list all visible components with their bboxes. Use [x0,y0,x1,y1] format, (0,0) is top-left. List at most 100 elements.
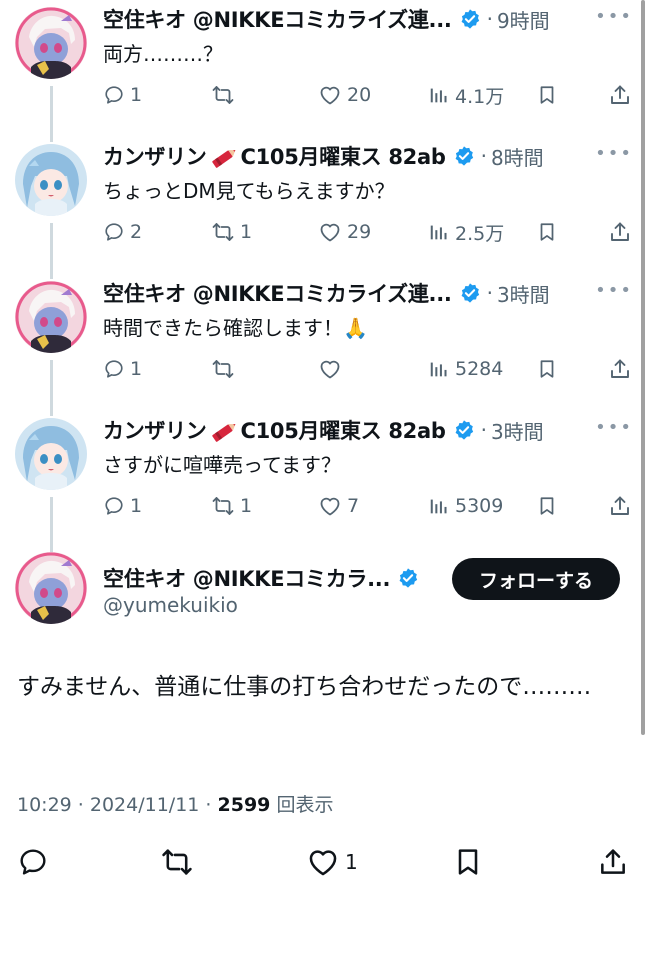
share-button[interactable] [608,216,632,248]
main-tweet-header: 空住キオ @NIKKEコミカラ... フォローする @yumekuikio [0,545,649,655]
tweet-meta: 10:29 · 2024/11/11 · 2599 回表示 [17,790,333,817]
share-icon [608,220,632,244]
reply-count: 1 [130,495,143,517]
like-icon [318,357,342,381]
like-button[interactable]: 29 [318,216,371,248]
author-name[interactable]: 空住キオ @NIKKEコミカライズ連... [103,278,452,308]
like-count: 29 [347,221,372,243]
reply-button[interactable]: 2 [103,216,142,248]
bookmark-button[interactable] [536,490,558,522]
views-icon [428,495,450,517]
retweet-count: 1 [240,221,253,243]
retweet-button[interactable]: 1 [211,216,252,248]
bookmark-button[interactable] [536,353,558,385]
views-count: 4.1万 [455,85,505,108]
tweet-actions: 2 1 29 2.5万 [103,216,633,248]
avatar[interactable] [15,552,87,624]
crayon-emoji [211,149,235,168]
share-icon [597,846,629,878]
verified-badge-icon [459,8,481,30]
tweet-text: 時間できたら確認します！🙏 [103,316,368,340]
tweet-time[interactable]: 9時間 [497,5,550,34]
retweet-button[interactable] [211,353,240,385]
more-icon[interactable]: ••• [595,280,633,301]
bookmark-icon [536,358,558,380]
separator-dot: · [486,281,493,305]
views-button[interactable]: 4.1万 [428,79,504,111]
bookmark-icon [452,846,484,878]
like-button[interactable]: 7 [318,490,359,522]
retweet-icon [211,83,235,107]
reply-button[interactable]: 1 [103,490,142,522]
tweet-text: さすがに喧嘩売ってます？ [103,453,341,477]
tweet-time[interactable]: 3時間 [497,279,550,308]
timestamp[interactable]: 10:29 · 2024/11/11 · [17,794,218,816]
like-button[interactable] [318,353,347,385]
share-icon [608,494,632,518]
tweet[interactable]: 空住キオ @NIKKEコミカライズ連... · 9時間 ••• 両方………？ 1… [0,0,649,137]
retweet-button[interactable]: 1 [211,490,252,522]
views-count: 5284 [455,358,504,380]
retweet-button[interactable] [211,79,240,111]
author-handle[interactable]: @yumekuikio [103,593,238,617]
more-icon[interactable]: ••• [595,6,633,27]
main-tweet-actions: 1 [0,840,649,884]
tweet-text: 両方………？ [103,42,223,66]
share-button[interactable] [608,490,632,522]
like-icon [318,220,342,244]
tweet[interactable]: 空住キオ @NIKKEコミカライズ連... · 3時間 ••• 時間できたら確認… [0,274,649,411]
reply-count: 1 [130,84,143,106]
reply-count: 1 [130,358,143,380]
tweet-time[interactable]: 8時間 [491,142,544,171]
verified-badge-icon [453,419,475,441]
views-label: 回表示 [270,794,334,816]
reply-icon [103,358,125,380]
tweet-time[interactable]: 3時間 [491,416,544,445]
share-button[interactable] [608,79,632,111]
like-icon [318,83,342,107]
reply-button[interactable]: 1 [103,353,142,385]
tweet-header: カンザリン C105月曜東ス 82ab · 8時間 [103,140,544,172]
reply-button[interactable]: 1 [103,79,142,111]
tweet-actions: 1 1 7 5309 [103,490,633,522]
bookmark-button[interactable] [536,79,558,111]
author-name[interactable]: カンザリン C105月曜東ス 82ab [103,415,446,445]
views-icon [428,358,450,380]
avatar[interactable] [15,281,87,353]
retweet-icon [211,357,235,381]
share-button[interactable] [597,840,629,884]
like-button[interactable]: 1 [306,840,358,884]
reply-button[interactable] [17,840,49,884]
views-icon [428,221,450,243]
views-button[interactable]: 5309 [428,490,503,522]
bookmark-icon [536,221,558,243]
bookmark-button[interactable] [536,216,558,248]
share-button[interactable] [608,353,632,385]
bookmark-icon [536,495,558,517]
author-name[interactable]: カンザリン C105月曜東ス 82ab [103,141,446,171]
views-button[interactable]: 5284 [428,353,503,385]
verified-badge-icon [459,282,481,304]
views-count: 5309 [455,495,504,517]
more-icon[interactable]: ••• [595,143,633,164]
tweet[interactable]: カンザリン C105月曜東ス 82ab · 3時間 ••• さすがに喧嘩売ってます… [0,411,649,548]
retweet-icon [211,220,235,244]
avatar[interactable] [15,144,87,216]
crayon-emoji [211,423,235,442]
author-name[interactable]: 空住キオ @NIKKEコミカライズ連... [103,4,452,34]
more-icon[interactable]: ••• [595,417,633,438]
views-button[interactable]: 2.5万 [428,216,504,248]
separator-dot: · [486,7,493,31]
avatar[interactable] [15,7,87,79]
separator-dot: · [480,144,487,168]
bookmark-button[interactable] [452,840,484,884]
views-icon [428,84,450,106]
retweet-button[interactable] [160,840,194,884]
author-name[interactable]: 空住キオ @NIKKEコミカラ... [103,563,390,593]
avatar[interactable] [15,418,87,490]
reply-icon [17,846,49,878]
like-button[interactable]: 20 [318,79,371,111]
retweet-icon [160,845,194,879]
follow-button[interactable]: フォローする [452,558,620,600]
tweet[interactable]: カンザリン C105月曜東ス 82ab · 8時間 ••• ちょっとDM見てもらえ… [0,137,649,274]
